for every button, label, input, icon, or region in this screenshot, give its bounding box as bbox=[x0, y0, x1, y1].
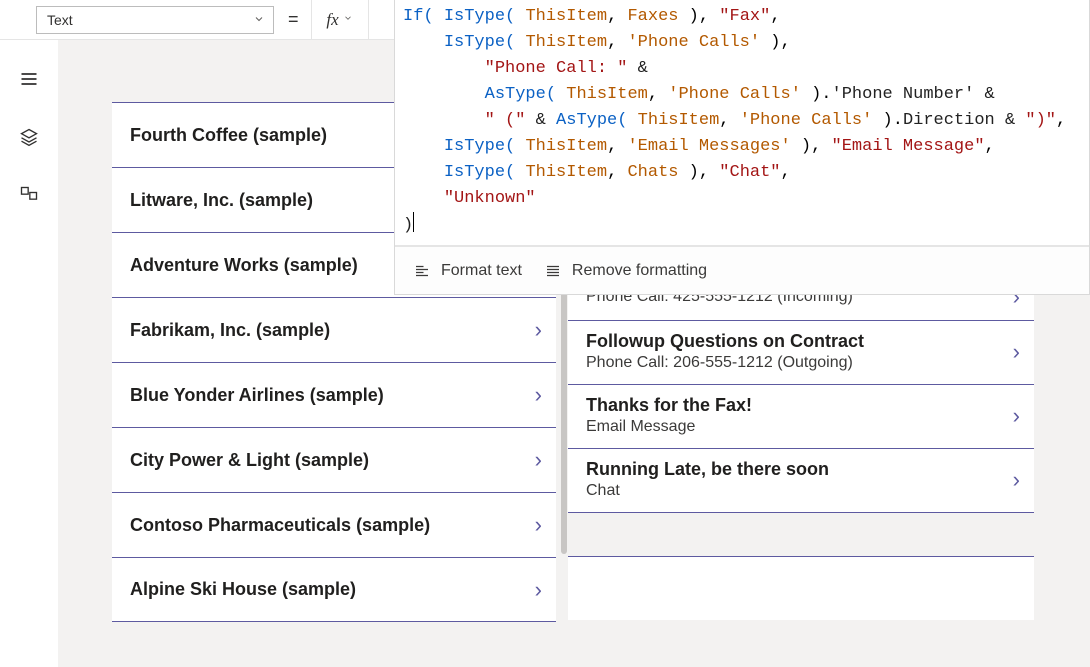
layers-icon[interactable] bbox=[18, 126, 40, 148]
format-text-label: Format text bbox=[441, 262, 522, 280]
formula-toolbar: Format text Remove formatting bbox=[395, 246, 1089, 294]
account-title: Adventure Works (sample) bbox=[130, 255, 358, 276]
formula-editor[interactable]: If( IsType( ThisItem, Faxes ), "Fax", Is… bbox=[395, 0, 1089, 246]
activity-row[interactable]: Running Late, be there soon Chat › bbox=[568, 448, 1034, 513]
remove-formatting-button[interactable]: Remove formatting bbox=[544, 262, 707, 280]
fx-label: fx bbox=[326, 10, 338, 30]
account-title: City Power & Light (sample) bbox=[130, 450, 369, 471]
activity-subtitle: Phone Call: 206-555-1212 (Outgoing) bbox=[586, 354, 864, 372]
chevron-right-icon: › bbox=[535, 512, 542, 538]
format-text-icon bbox=[413, 262, 431, 280]
activity-title: Thanks for the Fax! bbox=[586, 395, 752, 416]
activities-gallery-empty bbox=[568, 556, 1034, 620]
account-row[interactable]: Alpine Ski House (sample) › bbox=[112, 557, 556, 622]
activity-subtitle: Chat bbox=[586, 482, 829, 500]
activities-gallery[interactable]: Phone Call: 425-555-1212 (Incoming) › Fo… bbox=[568, 280, 1034, 513]
remove-formatting-label: Remove formatting bbox=[572, 262, 707, 280]
chevron-right-icon: › bbox=[535, 317, 542, 343]
formula-panel: If( IsType( ThisItem, Faxes ), "Fax", Is… bbox=[394, 0, 1090, 295]
chevron-right-icon: › bbox=[1013, 403, 1020, 429]
chevron-right-icon: › bbox=[1013, 467, 1020, 493]
components-icon[interactable] bbox=[18, 184, 40, 206]
property-dropdown-value: Text bbox=[47, 12, 73, 28]
property-dropdown[interactable]: Text bbox=[36, 6, 274, 34]
activity-title: Followup Questions on Contract bbox=[586, 331, 864, 352]
format-text-button[interactable]: Format text bbox=[413, 262, 522, 280]
left-rail bbox=[0, 40, 58, 667]
equals-sign: = bbox=[288, 9, 299, 30]
account-row[interactable]: Blue Yonder Airlines (sample) › bbox=[112, 362, 556, 427]
account-title: Blue Yonder Airlines (sample) bbox=[130, 385, 384, 406]
account-title: Fourth Coffee (sample) bbox=[130, 125, 327, 146]
chevron-right-icon: › bbox=[1013, 339, 1020, 365]
chevron-down-icon bbox=[343, 13, 353, 26]
account-title: Alpine Ski House (sample) bbox=[130, 579, 356, 600]
text-caret bbox=[413, 212, 414, 232]
activity-row[interactable]: Followup Questions on Contract Phone Cal… bbox=[568, 320, 1034, 384]
account-title: Litware, Inc. (sample) bbox=[130, 190, 313, 211]
account-row[interactable]: Contoso Pharmaceuticals (sample) › bbox=[112, 492, 556, 557]
account-row[interactable]: Fabrikam, Inc. (sample) › bbox=[112, 297, 556, 362]
account-title: Fabrikam, Inc. (sample) bbox=[130, 320, 330, 341]
chevron-down-icon bbox=[253, 12, 265, 28]
chevron-right-icon: › bbox=[535, 382, 542, 408]
hamburger-icon[interactable] bbox=[18, 68, 40, 90]
activity-title: Running Late, be there soon bbox=[586, 459, 829, 480]
account-title: Contoso Pharmaceuticals (sample) bbox=[130, 515, 430, 536]
account-row[interactable]: City Power & Light (sample) › bbox=[112, 427, 556, 492]
activity-subtitle: Email Message bbox=[586, 418, 752, 436]
chevron-right-icon: › bbox=[535, 577, 542, 603]
activity-row[interactable]: Thanks for the Fax! Email Message › bbox=[568, 384, 1034, 448]
remove-formatting-icon bbox=[544, 262, 562, 280]
fx-button[interactable]: fx bbox=[311, 0, 369, 40]
chevron-right-icon: › bbox=[535, 447, 542, 473]
